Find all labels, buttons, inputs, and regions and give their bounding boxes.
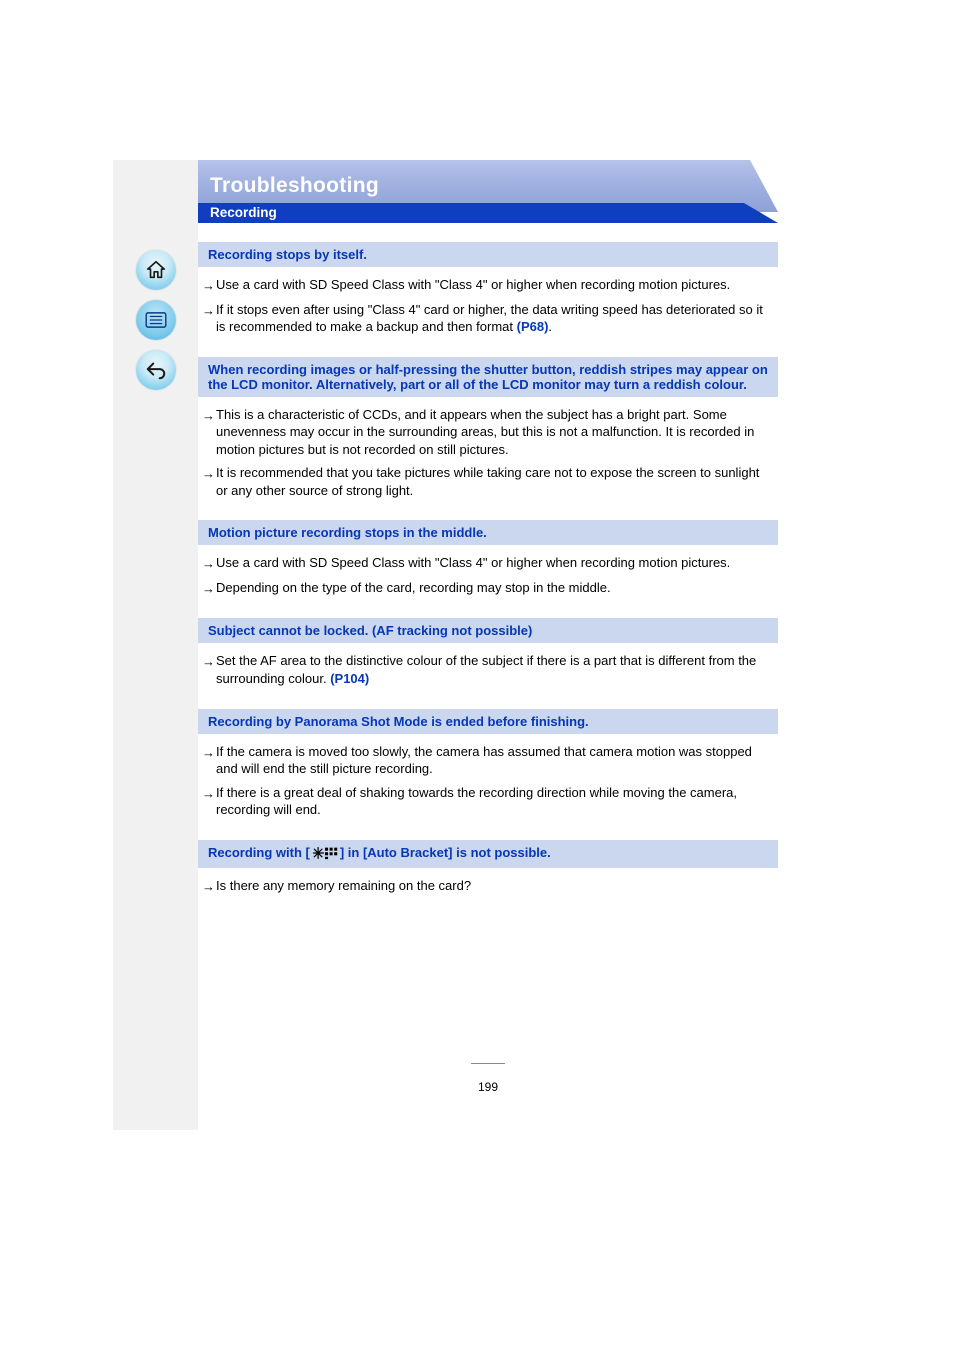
sidebar bbox=[113, 160, 198, 1130]
home-button[interactable] bbox=[136, 250, 176, 290]
faq-answer: → Set the AF area to the distinctive col… bbox=[198, 649, 778, 690]
answer-text: Depending on the type of the card, recor… bbox=[216, 579, 774, 597]
contents-button[interactable] bbox=[136, 300, 176, 340]
back-icon bbox=[145, 359, 167, 381]
faq-question: Recording stops by itself. bbox=[198, 242, 778, 267]
faq-answer: → It is recommended that you take pictur… bbox=[198, 461, 778, 502]
arrow-icon: → bbox=[202, 301, 216, 320]
page-link[interactable]: (P68) bbox=[517, 319, 549, 334]
content-area: Troubleshooting Recording Recording stop… bbox=[198, 160, 840, 1130]
faq-question: When recording images or half-pressing t… bbox=[198, 357, 778, 397]
arrow-icon: → bbox=[202, 743, 216, 762]
list-icon bbox=[145, 312, 167, 328]
faq-answer: → If it stops even after using "Class 4"… bbox=[198, 298, 778, 339]
answer-text: It is recommended that you take pictures… bbox=[216, 464, 774, 499]
page-link[interactable]: (P104) bbox=[330, 671, 369, 686]
document-page: Troubleshooting Recording Recording stop… bbox=[113, 160, 840, 1130]
answer-text: Use a card with SD Speed Class with "Cla… bbox=[216, 554, 774, 572]
arrow-icon: → bbox=[202, 784, 216, 803]
answer-text: Set the AF area to the distinctive colou… bbox=[216, 652, 774, 687]
arrow-icon: → bbox=[202, 406, 216, 425]
answer-text: If it stops even after using "Class 4" c… bbox=[216, 301, 774, 336]
faq-question: Recording with [ ] in [Auto Bracket] is … bbox=[198, 840, 778, 868]
burst-bracket-icon bbox=[312, 846, 338, 863]
arrow-icon: → bbox=[202, 276, 216, 295]
faq-answer: → This is a characteristic of CCDs, and … bbox=[198, 403, 778, 462]
faq-question: Motion picture recording stops in the mi… bbox=[198, 520, 778, 545]
arrow-icon: → bbox=[202, 464, 216, 483]
faq-question: Recording by Panorama Shot Mode is ended… bbox=[198, 709, 778, 734]
arrow-icon: → bbox=[202, 579, 216, 598]
arrow-icon: → bbox=[202, 652, 216, 671]
answer-text: This is a characteristic of CCDs, and it… bbox=[216, 406, 774, 459]
answer-text: If there is a great deal of shaking towa… bbox=[216, 784, 774, 819]
faq-question: Subject cannot be locked. (AF tracking n… bbox=[198, 618, 778, 643]
header-title: Troubleshooting bbox=[210, 174, 379, 198]
back-button[interactable] bbox=[136, 350, 176, 390]
faq-answer: → Use a card with SD Speed Class with "C… bbox=[198, 551, 778, 576]
answer-text: If the camera is moved too slowly, the c… bbox=[216, 743, 774, 778]
faq-answer: → Use a card with SD Speed Class with "C… bbox=[198, 273, 778, 298]
arrow-icon: → bbox=[202, 554, 216, 573]
page-number: 199 bbox=[198, 1063, 778, 1094]
answer-text: Use a card with SD Speed Class with "Cla… bbox=[216, 276, 774, 294]
faq-answer: → Is there any memory remaining on the c… bbox=[198, 874, 778, 899]
faq-answer: → If there is a great deal of shaking to… bbox=[198, 781, 778, 822]
faq-answer: → If the camera is moved too slowly, the… bbox=[198, 740, 778, 781]
home-icon bbox=[145, 259, 167, 281]
header-subtitle: Recording bbox=[210, 205, 277, 220]
answer-text: Is there any memory remaining on the car… bbox=[216, 877, 774, 895]
faq-answer: → Depending on the type of the card, rec… bbox=[198, 576, 778, 601]
section-header: Troubleshooting Recording bbox=[198, 160, 778, 220]
arrow-icon: → bbox=[202, 877, 216, 896]
